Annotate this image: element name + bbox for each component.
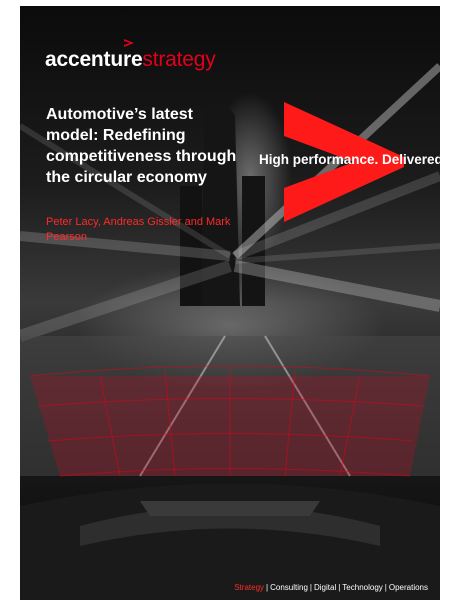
footer-item-consulting: Consulting <box>270 583 308 592</box>
footer-item-digital: Digital <box>313 583 337 592</box>
logo-division-text: strategy <box>142 48 216 71</box>
light-streak <box>233 260 440 312</box>
footer-item-operations: Operations <box>388 583 428 592</box>
accenture-caret-icon <box>124 39 134 47</box>
city-road-background-image <box>20 63 440 600</box>
accenture-strategy-logo: accenturestrategy <box>45 39 216 72</box>
tagline: High performance. Delivered. <box>259 152 440 167</box>
footer-item-technology: Technology <box>342 583 383 592</box>
report-title: Automotive’s latest model: Redefining co… <box>46 106 237 186</box>
building-shape <box>180 186 202 306</box>
service-line-footer: Strategy | Consulting | Digital | Technology | O… <box>234 583 428 592</box>
report-authors: Peter Lacy, Andreas Gissler and Mark Pea… <box>46 216 231 243</box>
footer-item-strategy: Strategy <box>234 583 265 592</box>
car-hood-vent <box>140 501 320 516</box>
logo-brand-text: accenture <box>45 48 143 71</box>
page: accenturestrategy Automotive’s latest mo… <box>0 0 460 606</box>
report-cover: accenturestrategy Automotive’s latest mo… <box>20 6 440 600</box>
